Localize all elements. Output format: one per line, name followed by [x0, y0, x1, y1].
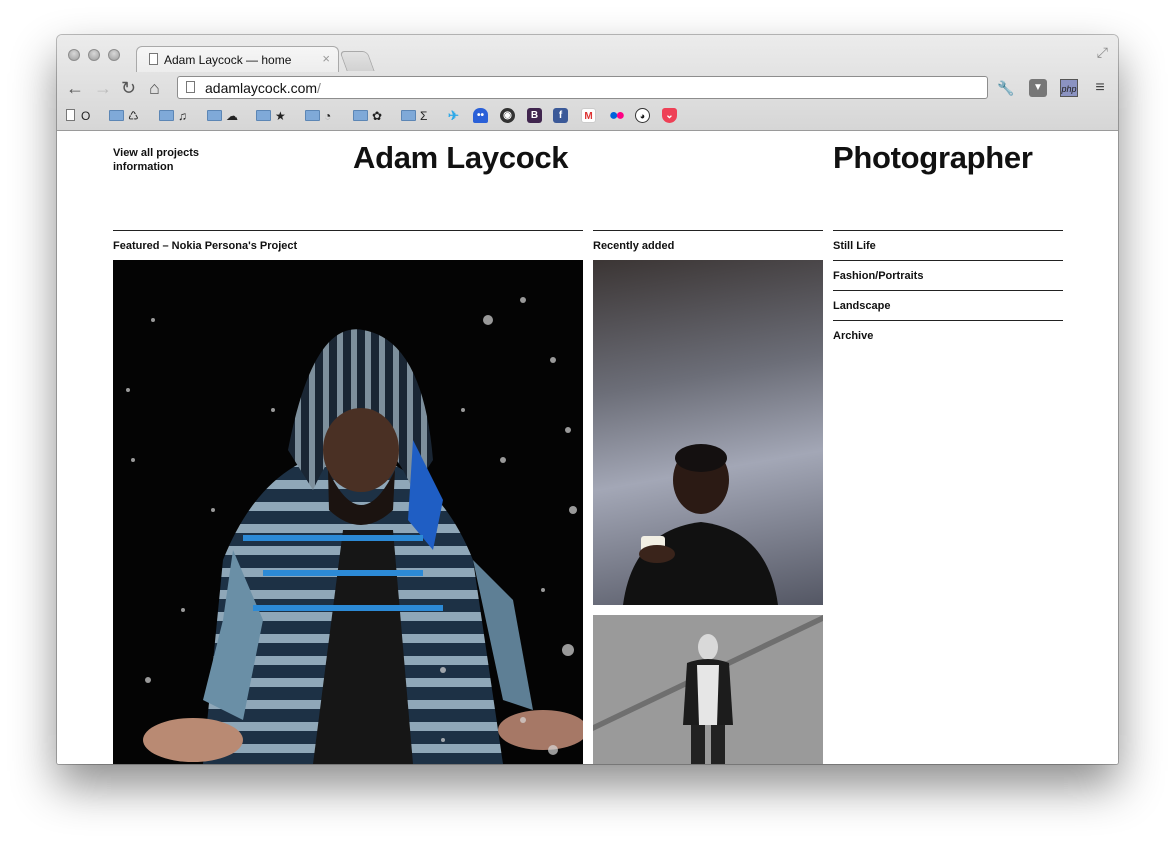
site-subtitle: Photographer [833, 140, 1033, 175]
folder-icon [353, 110, 368, 121]
address-bar[interactable]: adamlaycock.com/ [177, 76, 988, 99]
divider [833, 260, 1063, 261]
fullscreen-icon[interactable]: ⤢ [1097, 44, 1108, 61]
bookmark-folder[interactable]: ♫ [159, 108, 187, 124]
page-icon [149, 53, 158, 65]
close-tab-icon[interactable]: × [322, 51, 330, 66]
bookmark-folder[interactable]: ★ [256, 108, 286, 124]
facebook-icon[interactable]: f [553, 108, 568, 123]
recent-label: Recently added [593, 240, 675, 252]
web-page: View all projects information Adam Layco… [57, 131, 1118, 764]
featured-label[interactable]: Featured – Nokia Persona's Project [113, 240, 297, 252]
browser-window: Adam Laycock — home × ⤢ ← → ↻ ⌂ adamlayc… [57, 35, 1118, 764]
folder-icon [207, 110, 222, 121]
bookmark-folder[interactable]: ☁ [207, 108, 238, 124]
recent-photo-fashion[interactable] [593, 615, 823, 764]
close-window-button[interactable] [68, 49, 80, 61]
zoom-window-button[interactable] [108, 49, 120, 61]
forward-icon[interactable]: → [94, 79, 112, 97]
bootstrap-icon[interactable]: B [527, 108, 542, 123]
github-icon[interactable]: ◉ [500, 108, 515, 123]
divider [593, 230, 823, 231]
recent-photo-portrait-image [623, 444, 778, 605]
information-link[interactable]: information [113, 160, 199, 174]
bookmark-folder[interactable]: ✿ [353, 108, 382, 124]
featured-photo[interactable] [113, 260, 583, 764]
divider [833, 320, 1063, 321]
divider [833, 230, 1063, 231]
gmail-icon[interactable]: M [581, 108, 596, 123]
pocket-extension-icon[interactable]: ▼ [1029, 79, 1047, 97]
twitter-icon[interactable]: ✈ [446, 108, 461, 123]
recent-photo-portrait[interactable] [593, 260, 823, 605]
page-icon [66, 109, 75, 121]
wrench-icon[interactable]: 🔧 [997, 79, 1015, 97]
bookmark-page[interactable]: O [66, 108, 90, 124]
back-icon[interactable]: ← [66, 79, 84, 97]
view-all-projects-link[interactable]: View all projects [113, 146, 199, 160]
recent-photo-fashion-image [593, 615, 823, 764]
folder-icon [305, 110, 320, 121]
featured-photo-image [113, 260, 583, 764]
bookmark-folder[interactable]: ◔ [305, 108, 331, 124]
browser-chrome: Adam Laycock — home × ⤢ ← → ↻ ⌂ adamlayc… [57, 35, 1118, 131]
flickr-icon[interactable]: ●● [608, 108, 625, 124]
pacman-icon[interactable]: •• [473, 108, 488, 123]
browser-tab[interactable]: Adam Laycock — home × [136, 46, 339, 72]
folder-icon [109, 110, 124, 121]
url-text: adamlaycock.com/ [205, 80, 321, 96]
category-still-life[interactable]: Still Life [833, 240, 1063, 252]
home-icon[interactable]: ⌂ [149, 79, 160, 97]
url-host: adamlaycock.com [205, 80, 318, 96]
bookmark-folder[interactable]: ♺ [109, 108, 139, 124]
bookmark-folder[interactable]: Σ [401, 108, 427, 124]
tab-title: Adam Laycock — home [164, 53, 292, 67]
folder-icon [159, 110, 174, 121]
new-tab-button[interactable] [339, 51, 375, 71]
folder-icon [401, 110, 416, 121]
folder-icon [256, 110, 271, 121]
minimize-window-button[interactable] [88, 49, 100, 61]
category-landscape[interactable]: Landscape [833, 300, 1063, 312]
page-icon [186, 81, 195, 93]
category-fashion-portraits[interactable]: Fashion/Portraits [833, 270, 1063, 282]
site-title[interactable]: Adam Laycock [353, 140, 569, 176]
site-nav: View all projects information [113, 146, 199, 174]
php-extension-icon[interactable]: php [1060, 79, 1078, 97]
url-path: / [317, 80, 321, 96]
divider [113, 230, 583, 231]
pocket-icon[interactable]: ⌄ [662, 108, 677, 123]
reload-icon[interactable]: ↻ [121, 79, 136, 97]
divider [833, 290, 1063, 291]
category-archive[interactable]: Archive [833, 330, 1063, 342]
menu-icon[interactable]: ≡ [1091, 79, 1109, 97]
panda-icon[interactable]: ◕ [635, 108, 650, 123]
